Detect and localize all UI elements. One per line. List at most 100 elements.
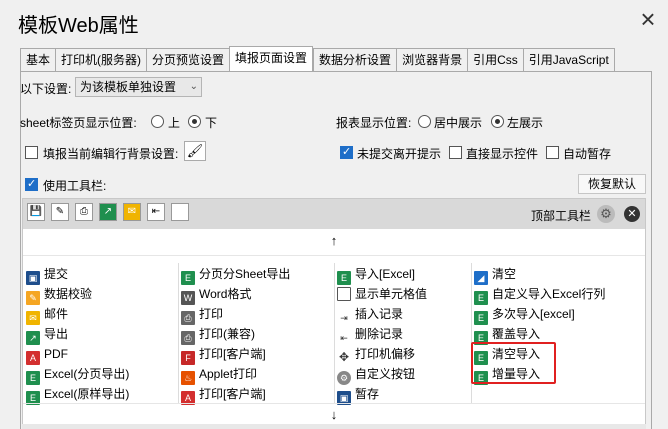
top-toolbar-label: 顶部工具栏 <box>531 209 592 223</box>
btn-print-client[interactable]: F 打印[客户端] <box>181 344 266 365</box>
divider <box>23 255 645 256</box>
toolbar-editor: 💾 ✎ ⎙ ↗ ✉ ⇤ 顶部工具栏 ⚙ ✕ ↑ ▣ 提交 ✎ 数据校验 ✉ 邮件 ↗ 导… <box>22 198 646 429</box>
tab-page-preview[interactable]: 分页预览设置 <box>146 48 230 71</box>
mail-icon: ✉ <box>26 311 40 325</box>
btn-print[interactable]: ⎙ 打印 <box>181 304 223 325</box>
print-icon: ⎙ <box>181 331 195 345</box>
eraser-icon: ◢ <box>474 271 488 285</box>
report-pos-label: 报表显示位置: <box>336 116 412 130</box>
excel-icon: E <box>474 291 488 305</box>
btn-import-excel[interactable]: E 导入[Excel] <box>337 264 415 285</box>
btn-excel-original[interactable]: E Excel(原样导出) <box>26 384 129 405</box>
close-icon[interactable]: × <box>634 6 662 34</box>
direct-show-label: 直接显示控件 <box>466 147 539 161</box>
cell-icon <box>337 287 351 301</box>
btn-show-cell-value[interactable]: 显示单元格值 <box>337 284 427 304</box>
blank-icon[interactable] <box>171 203 189 221</box>
paint-bucket-icon[interactable]: 🖌 <box>184 141 206 161</box>
tab-printer[interactable]: 打印机(服务器) <box>55 48 147 71</box>
radio-report-center[interactable] <box>418 115 431 128</box>
mode-select-value: 为该模板单独设置 <box>80 80 177 94</box>
gear-icon[interactable]: ⚙ <box>597 205 615 223</box>
word-icon: W <box>181 291 195 305</box>
autosave-label: 自动暂存 <box>563 147 612 161</box>
btn-custom[interactable]: ⚙ 自定义按钮 <box>337 364 415 385</box>
btn-export[interactable]: ↗ 导出 <box>26 324 68 345</box>
bottom-toolbar-strip <box>22 424 646 429</box>
btn-word[interactable]: W Word格式 <box>181 284 251 305</box>
applet-icon: ♨ <box>181 371 195 385</box>
use-toolbar-checkbox[interactable] <box>25 177 38 191</box>
btn-validate[interactable]: ✎ 数据校验 <box>26 284 92 305</box>
btn-mail[interactable]: ✉ 邮件 <box>26 304 68 325</box>
highlight-box <box>471 342 556 384</box>
chevron-down-icon: ⌄ <box>189 81 198 92</box>
radio-sheet-bottom-label: 下 <box>205 116 218 130</box>
autosave-checkbox[interactable] <box>546 146 559 159</box>
restore-default-button[interactable]: 恢复默认 <box>578 174 646 194</box>
sheet-pos-label: sheet标签页显示位置: <box>20 116 137 130</box>
tab-data-analysis[interactable]: 数据分析设置 <box>313 48 397 71</box>
use-toolbar-label: 使用工具栏: <box>43 179 107 193</box>
print-icon: ⎙ <box>181 311 195 325</box>
unsubmitted-label: 未提交离开提示 <box>357 147 442 161</box>
tab-browser-bg[interactable]: 浏览器背景 <box>396 48 468 71</box>
column-divider <box>178 263 179 403</box>
btn-print-compat[interactable]: ⎙ 打印(兼容) <box>181 324 255 345</box>
btn-custom-import[interactable]: E 自定义导入Excel行列 <box>474 284 605 305</box>
gear-icon: ⚙ <box>337 371 351 385</box>
tab-bar: 基本 打印机(服务器) 分页预览设置 填报页面设置 数据分析设置 浏览器背景 引… <box>20 46 615 71</box>
toolbar-strip: 💾 ✎ ⎙ ↗ ✉ ⇤ 顶部工具栏 ⚙ ✕ <box>23 199 645 229</box>
btn-excel-paged[interactable]: E Excel(分页导出) <box>26 364 129 385</box>
btn-printer-offset[interactable]: ✥ 打印机偏移 <box>337 344 415 364</box>
column-divider <box>334 263 335 403</box>
pdf-icon: A <box>26 351 40 365</box>
export-icon: ↗ <box>26 331 40 345</box>
excel-icon: E <box>337 271 351 285</box>
radio-sheet-bottom[interactable] <box>188 115 201 128</box>
flash-print-icon: F <box>181 351 195 365</box>
move-down-arrow[interactable]: ↓ <box>23 405 645 425</box>
tab-ref-js[interactable]: 引用JavaScript <box>522 48 615 71</box>
radio-sheet-top[interactable] <box>151 115 164 128</box>
btn-submit[interactable]: ▣ 提交 <box>26 264 68 285</box>
direct-show-checkbox[interactable] <box>449 146 462 159</box>
btn-delete-record[interactable]: ⇤ 删除记录 <box>337 324 403 345</box>
tab-fill-page[interactable]: 填报页面设置 <box>229 46 314 71</box>
radio-report-left[interactable] <box>491 115 504 128</box>
unsubmitted-checkbox[interactable] <box>340 145 353 159</box>
export-icon[interactable]: ↗ <box>99 203 117 221</box>
btn-sheet-export[interactable]: E 分页分Sheet导出 <box>181 264 290 285</box>
radio-report-left-label: 左展示 <box>507 116 544 130</box>
btn-overwrite-import[interactable]: E 覆盖导入 <box>474 324 540 345</box>
close-circle-icon[interactable]: ✕ <box>624 206 640 222</box>
title-bar: 模板Web属性 × <box>0 0 668 40</box>
btn-pdf[interactable]: A PDF <box>26 344 68 365</box>
radio-report-center-label: 居中展示 <box>434 116 483 130</box>
btn-stash[interactable]: ▣ 暂存 <box>337 384 379 405</box>
save-icon: ▣ <box>26 271 40 285</box>
window-title: 模板Web属性 <box>18 15 139 37</box>
mode-select[interactable]: 为该模板单独设置 ⌄ <box>75 77 202 97</box>
mail-icon[interactable]: ✉ <box>123 203 141 221</box>
btn-multi-import[interactable]: E 多次导入[excel] <box>474 304 575 325</box>
excel-icon: E <box>474 311 488 325</box>
btn-applet-print[interactable]: ♨ Applet打印 <box>181 364 257 385</box>
move-up-arrow[interactable]: ↑ <box>23 231 645 251</box>
mode-label: 以下设置: <box>20 82 72 96</box>
btn-print-client-pdf[interactable]: A 打印[客户端] <box>181 384 266 405</box>
btn-insert-record[interactable]: ⇥ 插入记录 <box>337 304 403 325</box>
move-icon: ✥ <box>337 350 351 364</box>
tab-basic[interactable]: 基本 <box>20 48 56 71</box>
insert-icon[interactable]: ⇤ <box>147 203 165 221</box>
insert-icon: ⇥ <box>337 311 351 325</box>
edit-icon[interactable]: ✎ <box>51 203 69 221</box>
pencil-icon: ✎ <box>26 291 40 305</box>
tab-ref-css[interactable]: 引用Css <box>467 48 523 71</box>
excel-icon: E <box>26 371 40 385</box>
print-icon[interactable]: ⎙ <box>75 203 93 221</box>
btn-clear[interactable]: ◢ 清空 <box>474 264 516 285</box>
save-icon[interactable]: 💾 <box>27 203 45 221</box>
delete-row-icon: ⇤ <box>337 331 351 345</box>
fill-bg-checkbox[interactable] <box>25 146 38 159</box>
